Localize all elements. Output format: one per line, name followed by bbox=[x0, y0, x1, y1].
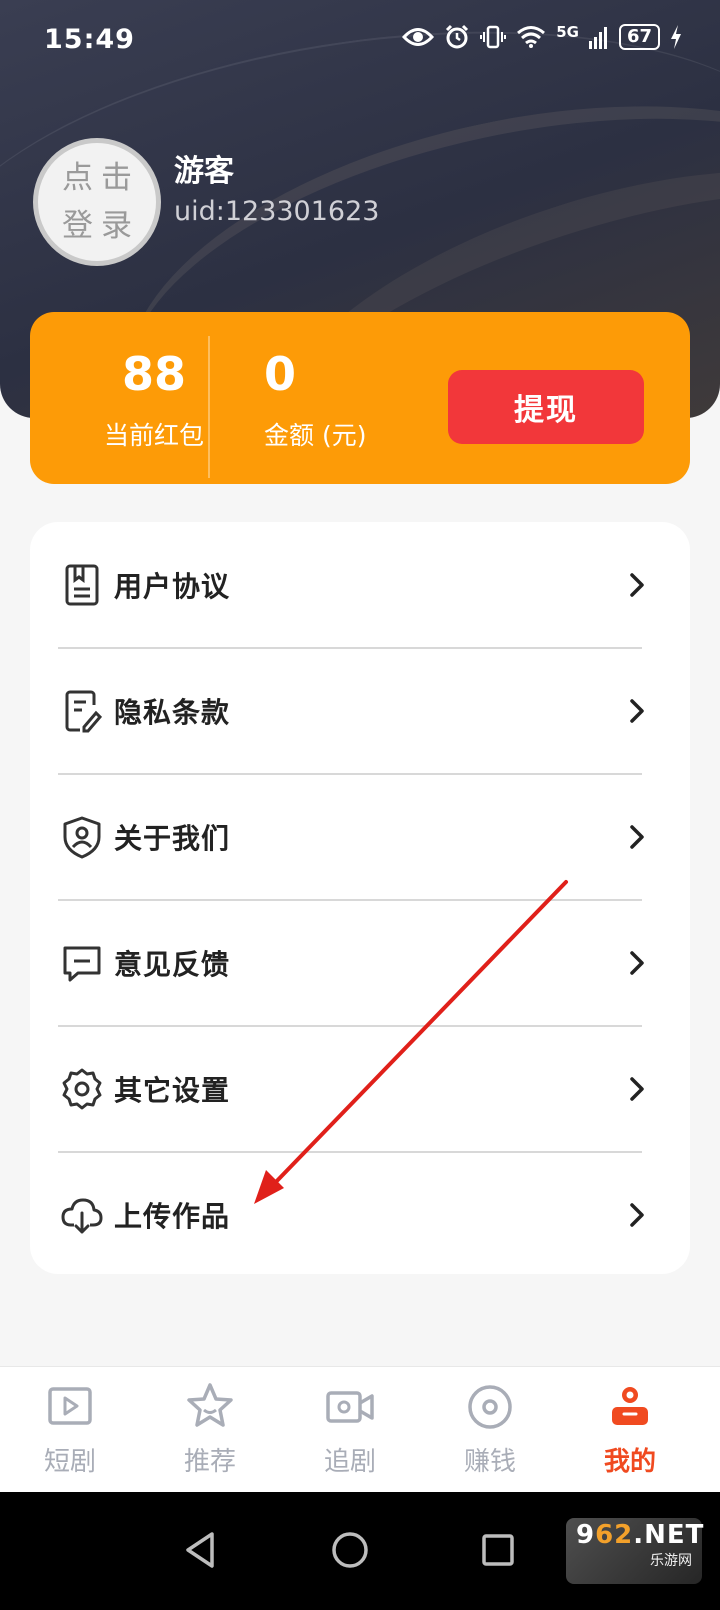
document-icon bbox=[65, 564, 99, 606]
gear-icon bbox=[62, 1068, 102, 1110]
bottom-navigation: 短剧 推荐 追剧 赚钱 我的 bbox=[0, 1366, 720, 1492]
chevron-right-icon bbox=[630, 699, 644, 723]
avatar-login[interactable]: 点击 登录 bbox=[33, 138, 161, 266]
menu-item-upload-works[interactable]: 上传作品 bbox=[30, 1152, 690, 1278]
menu-item-label: 用户协议 bbox=[114, 570, 231, 603]
watermark-subtitle: 乐游网 bbox=[650, 1553, 692, 1569]
video-camera-icon bbox=[326, 1391, 374, 1423]
user-id: uid:123301623 bbox=[174, 196, 380, 227]
nav-tab-earn-money[interactable]: 赚钱 bbox=[440, 1381, 540, 1478]
status-icons: 5G 67 bbox=[402, 24, 682, 50]
recents-icon[interactable] bbox=[470, 1522, 526, 1578]
star-icon bbox=[187, 1383, 233, 1427]
avatar-text-line1: 点击 bbox=[62, 160, 140, 196]
status-time: 15:49 bbox=[44, 24, 135, 55]
nav-label: 我的 bbox=[603, 1447, 656, 1477]
status-bar: 15:49 5G 67 bbox=[0, 0, 720, 84]
settings-menu: 用户协议 隐私条款 关于我们 意见反馈 其它设置 上传作品 bbox=[30, 522, 690, 1274]
nav-tab-follow-drama[interactable]: 追剧 bbox=[300, 1381, 400, 1478]
wallet-card: 88 当前红包 0 金额 (元) 提现 bbox=[30, 312, 690, 484]
watermark-brand: 962.NET bbox=[576, 1520, 705, 1550]
menu-item-feedback[interactable]: 意见反馈 bbox=[30, 900, 690, 1026]
chevron-right-icon bbox=[630, 1077, 644, 1101]
nav-label: 推荐 bbox=[183, 1447, 236, 1477]
wifi-icon bbox=[517, 26, 546, 48]
menu-item-about-us[interactable]: 关于我们 bbox=[30, 774, 690, 900]
menu-item-other-settings[interactable]: 其它设置 bbox=[30, 1026, 690, 1152]
nav-label: 追剧 bbox=[323, 1447, 376, 1477]
eye-icon bbox=[402, 28, 435, 46]
nav-label: 赚钱 bbox=[463, 1447, 516, 1477]
red-packet-stat: 88 当前红包 bbox=[70, 344, 238, 452]
edit-document-icon bbox=[65, 690, 103, 733]
menu-item-label: 隐私条款 bbox=[114, 696, 231, 729]
amount-label: 金额 (元) bbox=[264, 421, 367, 450]
menu-item-privacy-policy[interactable]: 隐私条款 bbox=[30, 648, 690, 774]
alarm-icon bbox=[446, 24, 469, 49]
chevron-right-icon bbox=[630, 573, 644, 597]
amount-stat: 0 金额 (元) bbox=[264, 344, 384, 452]
chevron-right-icon bbox=[630, 825, 644, 849]
menu-item-label: 意见反馈 bbox=[114, 948, 231, 981]
username: 游客 bbox=[174, 154, 234, 189]
message-icon bbox=[63, 946, 101, 982]
avatar-text-line2: 登录 bbox=[62, 208, 140, 244]
withdraw-button[interactable]: 提现 bbox=[448, 370, 644, 444]
nav-tab-mine[interactable]: 我的 bbox=[580, 1381, 680, 1478]
signal-icon bbox=[588, 27, 607, 49]
menu-item-label: 关于我们 bbox=[114, 822, 231, 855]
site-watermark: 962.NET 乐游网 bbox=[566, 1518, 705, 1584]
play-box-icon bbox=[48, 1387, 92, 1425]
amount-value: 0 bbox=[264, 347, 297, 401]
battery-icon: 67 bbox=[618, 24, 660, 50]
chevron-right-icon bbox=[630, 1203, 644, 1227]
red-packet-value: 88 bbox=[121, 347, 186, 401]
menu-item-label: 上传作品 bbox=[114, 1200, 231, 1233]
coin-icon bbox=[468, 1385, 512, 1429]
wallet-divider bbox=[208, 336, 210, 478]
shield-user-icon bbox=[63, 816, 101, 859]
nav-tab-short-drama[interactable]: 短剧 bbox=[20, 1381, 120, 1478]
nav-tab-recommend[interactable]: 推荐 bbox=[160, 1381, 260, 1478]
menu-item-user-agreement[interactable]: 用户协议 bbox=[30, 522, 690, 648]
vibrate-icon bbox=[480, 25, 507, 49]
network-type: 5G bbox=[556, 23, 579, 41]
chevron-right-icon bbox=[630, 951, 644, 975]
charging-icon bbox=[671, 25, 681, 49]
home-icon[interactable] bbox=[322, 1522, 378, 1578]
menu-item-label: 其它设置 bbox=[114, 1074, 231, 1107]
nav-label: 短剧 bbox=[43, 1447, 96, 1477]
cloud-download-icon bbox=[61, 1198, 103, 1234]
back-icon[interactable] bbox=[172, 1522, 228, 1578]
red-packet-label: 当前红包 bbox=[103, 421, 204, 450]
user-icon bbox=[612, 1387, 648, 1425]
